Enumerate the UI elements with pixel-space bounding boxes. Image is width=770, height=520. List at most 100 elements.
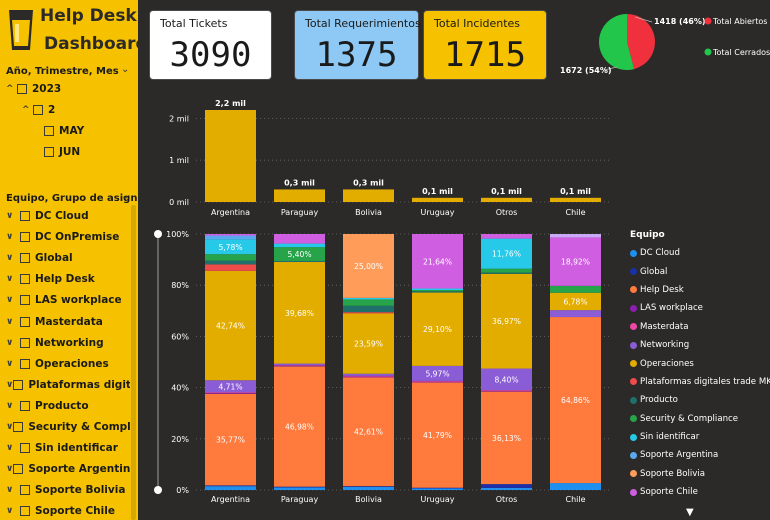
date-slicer-item[interactable]: ^ 2 <box>22 101 55 119</box>
checkbox[interactable] <box>20 337 30 348</box>
date-slicer-item-label: 2023 <box>32 83 62 95</box>
stacked-bar-segment <box>412 291 463 293</box>
legend-item[interactable]: Producto <box>630 391 770 409</box>
total-incidentes-value: 1715 <box>444 35 526 75</box>
legend-item[interactable]: LAS workplace <box>630 299 770 317</box>
checkbox[interactable] <box>33 105 43 115</box>
stacked-bar-segment <box>343 312 394 314</box>
checkbox[interactable] <box>20 274 30 285</box>
chevron-down-icon[interactable]: ∨ <box>6 274 20 284</box>
chevron-down-icon[interactable]: ∨ <box>6 380 13 390</box>
chevron-down-icon[interactable]: ∨ <box>6 317 20 327</box>
equipo-slicer-item[interactable]: ∨ Global <box>6 249 130 267</box>
chevron-down-icon[interactable]: ∨ <box>6 464 13 474</box>
checkbox[interactable] <box>20 443 30 454</box>
stacked-bar-segment <box>481 487 532 490</box>
equipo-slicer-item[interactable]: ∨ DC OnPremise <box>6 228 130 246</box>
stacked-bar-segment <box>274 365 325 366</box>
chevron-down-icon[interactable]: ∨ <box>6 295 20 305</box>
checkbox[interactable] <box>13 379 24 390</box>
chevron-down-icon[interactable]: ∨ <box>6 401 20 411</box>
stacked-bar-segment <box>550 285 601 293</box>
date-slicer-item[interactable]: MAY <box>44 122 84 140</box>
legend-item[interactable]: Global <box>630 262 770 280</box>
legend-item[interactable]: Masterdata <box>630 318 770 336</box>
checkbox[interactable] <box>13 422 24 432</box>
legend-item[interactable]: Operaciones <box>630 354 770 372</box>
legend-item[interactable]: DC Cloud <box>630 244 770 262</box>
segment-data-label: 5,97% <box>425 369 449 378</box>
chevron-up-icon[interactable]: ^ <box>6 84 17 94</box>
legend-item[interactable]: Security & Compliance <box>630 410 770 428</box>
equipo-slicer-item-label: Sin identificar <box>35 442 118 455</box>
equipo-slicer-item[interactable]: ∨ Producto <box>6 397 130 415</box>
date-slicer-header: Año, Trimestre, Mes <box>6 66 119 77</box>
checkbox[interactable] <box>20 485 30 496</box>
legend-item[interactable]: Help Desk <box>630 281 770 299</box>
equipo-slicer-item-label: Networking <box>35 336 104 349</box>
checkbox[interactable] <box>44 126 54 136</box>
chevron-up-icon[interactable]: ^ <box>22 105 33 115</box>
legend-item[interactable]: Plataformas digitales trade MKT <box>630 373 770 391</box>
checkbox[interactable] <box>20 400 30 411</box>
checkbox[interactable] <box>20 295 30 306</box>
segment-data-label: 42,74% <box>216 322 245 331</box>
bar-data-label: 2,2 mil <box>215 99 246 108</box>
equipo-slicer-item[interactable]: ∨ Sin identificar <box>6 439 130 457</box>
checkbox[interactable] <box>20 316 30 327</box>
equipo-slicer-item[interactable]: ∨ Security & Complia... <box>6 418 130 436</box>
equipo-slicer-item[interactable]: ∨ Operaciones <box>6 355 130 373</box>
checkbox[interactable] <box>20 211 30 221</box>
chevron-down-icon[interactable]: ∨ <box>6 211 20 221</box>
equipo-slicer-item[interactable]: ∨ Masterdata <box>6 313 130 331</box>
stacked-bar-segment <box>205 254 256 261</box>
checkbox[interactable] <box>20 232 30 243</box>
legend-label: LAS workplace <box>640 303 703 314</box>
equipo-slicer-item-label: Producto <box>35 399 89 412</box>
equipo-slicer-item[interactable]: ∨ Networking <box>6 334 130 352</box>
stacked-bar-segment <box>481 390 532 391</box>
checkbox[interactable] <box>20 506 30 517</box>
x-tick-label: Paraguay <box>281 495 319 504</box>
segment-data-label: 21,64% <box>423 257 452 266</box>
equipo-slicer-item[interactable]: ∨ Help Desk <box>6 270 130 288</box>
chevron-down-icon[interactable]: ∨ <box>6 359 20 369</box>
checkbox[interactable] <box>20 253 30 264</box>
equipo-slicer-item[interactable]: ∨ Soporte Chile <box>6 502 130 520</box>
chevron-down-icon[interactable]: ⌄ <box>121 64 129 75</box>
date-slicer-item[interactable]: JUN <box>44 143 80 161</box>
checkbox[interactable] <box>13 464 24 475</box>
chevron-down-icon[interactable]: ∨ <box>6 506 20 516</box>
sidebar-scrollbar[interactable] <box>131 205 136 520</box>
stacked-bar-segment <box>412 487 463 489</box>
checkbox[interactable] <box>17 84 27 94</box>
legend-item[interactable]: Soporte Argentina <box>630 446 770 464</box>
legend-label: Operaciones <box>640 358 694 369</box>
equipo-slicer-item[interactable]: ∨ Soporte Bolivia <box>6 481 130 499</box>
chevron-down-icon[interactable]: ∨ <box>6 232 20 242</box>
dashboard-title-line1: Help Desk <box>40 6 137 26</box>
chevron-down-icon[interactable]: ∨ <box>6 422 13 432</box>
chevron-down-icon[interactable]: ∨ <box>6 443 20 453</box>
stacked-bar-segment <box>274 234 325 244</box>
beer-glass-icon <box>9 10 33 50</box>
legend-scroll-down-icon[interactable]: ▼ <box>686 507 694 518</box>
chevron-down-icon[interactable]: ∨ <box>6 338 20 348</box>
legend-item[interactable]: Networking <box>630 336 770 354</box>
legend-item[interactable]: Soporte Bolivia <box>630 465 770 483</box>
equipo-slicer-item[interactable]: ∨ Soporte Argentina <box>6 460 130 478</box>
equipo-slicer-item[interactable]: ∨ Plataformas digital... <box>6 376 130 394</box>
x-tick-label: Otros <box>496 208 518 217</box>
legend-item[interactable]: Soporte Chile <box>630 483 770 501</box>
pie-legend-marker <box>704 17 712 25</box>
checkbox[interactable] <box>20 358 30 369</box>
checkbox[interactable] <box>44 147 54 157</box>
equipo-slicer-item[interactable]: ∨ DC Cloud <box>6 207 130 225</box>
total-incidentes-card: Total Incidentes 1715 <box>423 10 547 80</box>
equipo-slicer-item[interactable]: ∨ LAS workplace <box>6 291 130 309</box>
chevron-down-icon[interactable]: ∨ <box>6 253 20 263</box>
date-slicer-item[interactable]: ^ 2023 <box>6 80 61 98</box>
legend-item[interactable]: Sin identificar <box>630 428 770 446</box>
chevron-down-icon[interactable]: ⌄ <box>121 191 129 202</box>
chevron-down-icon[interactable]: ∨ <box>6 485 20 495</box>
